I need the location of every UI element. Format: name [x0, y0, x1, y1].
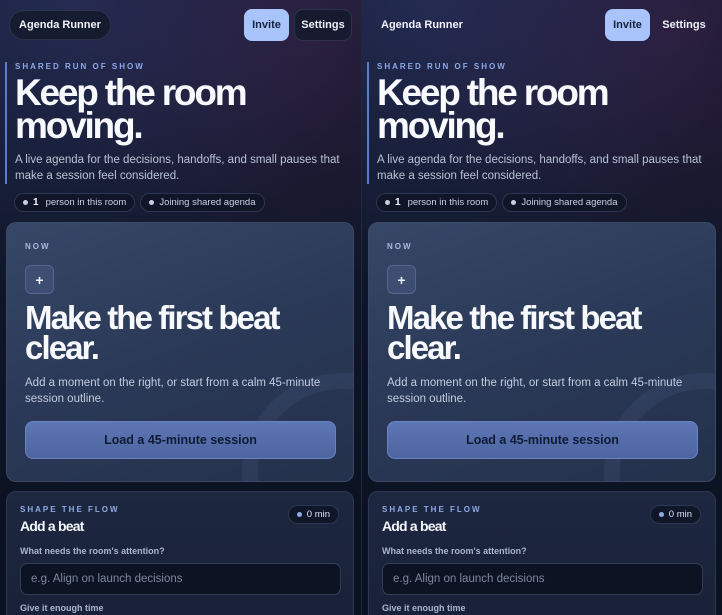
minutes-dot-icon — [296, 512, 302, 517]
hero-subtitle: A live agenda for the decisions, handoff… — [15, 154, 340, 182]
presence-count-label: person in this room — [45, 197, 127, 208]
plus-icon: + — [35, 271, 44, 288]
total-minutes-badge: 0 min — [287, 505, 339, 524]
attention-label: What needs the room's attention? — [20, 546, 165, 556]
now-subtitle: Add a moment on the right, or start from… — [387, 377, 683, 405]
flow-title: Add a beat — [382, 518, 446, 534]
presence-status-pill: Joining shared agenda — [140, 193, 265, 212]
panel-left: Agenda Runner Invite Settings SHARED RUN… — [0, 0, 361, 615]
load-session-button[interactable]: Load a 45-minute session — [25, 421, 336, 459]
presence-pills: 1 person in this room Joining shared age… — [14, 193, 265, 212]
now-title: Make the first beat clear. — [25, 299, 281, 366]
flow-title: Add a beat — [20, 518, 84, 534]
settings-button[interactable]: Settings — [655, 9, 713, 41]
settings-label: Settings — [301, 19, 345, 31]
brand-button[interactable]: Agenda Runner — [371, 10, 473, 40]
top-bar: Agenda Runner Invite Settings — [9, 9, 352, 41]
settings-button[interactable]: Settings — [294, 9, 352, 41]
presence-dot-icon — [23, 200, 28, 205]
presence-pills: 1 person in this room Joining shared age… — [376, 193, 627, 212]
attention-input[interactable] — [382, 563, 703, 595]
hero: SHARED RUN OF SHOW Keep the room moving.… — [367, 62, 712, 184]
presence-status: Joining shared agenda — [159, 197, 256, 208]
presence-count-pill: 1 person in this room — [376, 193, 498, 212]
invite-button[interactable]: Invite — [244, 9, 289, 41]
invite-label: Invite — [252, 19, 281, 31]
minutes-dot-icon — [658, 512, 664, 517]
top-bar: Agenda Runner Invite Settings — [371, 9, 713, 41]
load-session-label: Load a 45-minute session — [466, 433, 619, 447]
top-actions: Invite Settings — [605, 9, 713, 41]
presence-count-pill: 1 person in this room — [14, 193, 136, 212]
attention-input[interactable] — [20, 563, 341, 595]
flow-card: SHAPE THE FLOW Add a beat 0 min What nee… — [6, 491, 354, 615]
split-view: Agenda Runner Invite Settings SHARED RUN… — [0, 0, 722, 615]
presence-count: 1 — [33, 197, 39, 208]
panel-right: Agenda Runner Invite Settings SHARED RUN… — [361, 0, 722, 615]
presence-count: 1 — [395, 197, 401, 208]
page-title: Keep the room moving. — [15, 72, 248, 146]
invite-label: Invite — [613, 19, 642, 31]
now-eyebrow: NOW — [387, 242, 413, 251]
now-eyebrow: NOW — [25, 242, 51, 251]
presence-status: Joining shared agenda — [521, 197, 618, 208]
add-icon[interactable]: + — [387, 265, 416, 294]
flow-card: SHAPE THE FLOW Add a beat 0 min What nee… — [368, 491, 716, 615]
presence-count-label: person in this room — [407, 197, 489, 208]
now-title: Make the first beat clear. — [387, 299, 643, 366]
status-dot-icon — [511, 200, 517, 205]
total-minutes-badge: 0 min — [649, 505, 701, 524]
status-dot-icon — [149, 200, 155, 205]
top-actions: Invite Settings — [244, 9, 352, 41]
flow-eyebrow: SHAPE THE FLOW — [382, 505, 482, 514]
settings-label: Settings — [662, 19, 706, 31]
presence-dot-icon — [385, 200, 390, 205]
add-icon[interactable]: + — [25, 265, 54, 294]
presence-status-pill: Joining shared agenda — [502, 193, 627, 212]
plus-icon: + — [397, 271, 406, 288]
invite-button[interactable]: Invite — [605, 9, 650, 41]
brand-label: Agenda Runner — [381, 19, 463, 31]
hero: SHARED RUN OF SHOW Keep the room moving.… — [5, 62, 350, 184]
brand-button[interactable]: Agenda Runner — [9, 10, 111, 40]
time-label: Give it enough time — [20, 603, 104, 613]
total-minutes: 0 min — [668, 509, 692, 520]
load-session-label: Load a 45-minute session — [104, 433, 257, 447]
now-subtitle: Add a moment on the right, or start from… — [25, 377, 321, 405]
hero-eyebrow: SHARED RUN OF SHOW — [377, 62, 507, 71]
brand-label: Agenda Runner — [19, 19, 101, 31]
flow-eyebrow: SHAPE THE FLOW — [20, 505, 120, 514]
attention-label: What needs the room's attention? — [382, 546, 527, 556]
hero-subtitle: A live agenda for the decisions, handoff… — [377, 154, 702, 182]
now-card: NOW + Make the first beat clear. Add a m… — [6, 222, 354, 482]
now-card: NOW + Make the first beat clear. Add a m… — [368, 222, 716, 482]
hero-eyebrow: SHARED RUN OF SHOW — [15, 62, 145, 71]
time-label: Give it enough time — [382, 603, 466, 613]
load-session-button[interactable]: Load a 45-minute session — [387, 421, 698, 459]
total-minutes: 0 min — [306, 509, 330, 520]
page-title: Keep the room moving. — [377, 72, 610, 146]
